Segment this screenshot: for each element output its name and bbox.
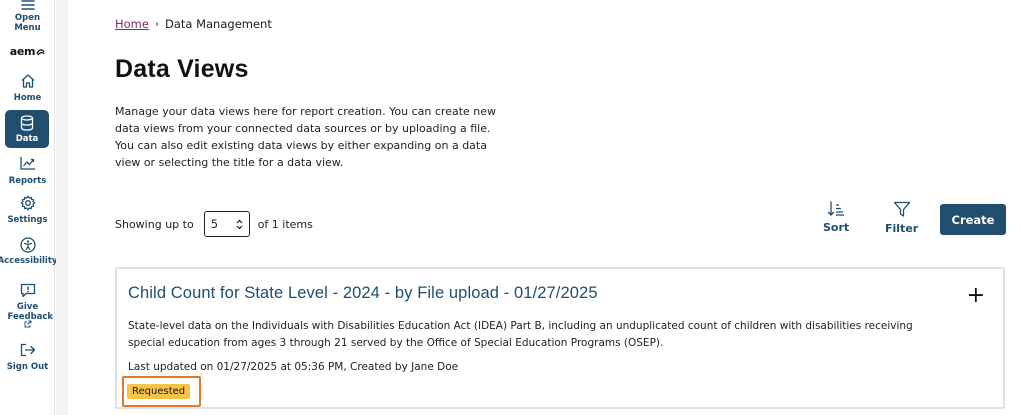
page-size-select[interactable]: 5 xyxy=(203,211,250,237)
showing-suffix: of 1 items xyxy=(257,217,313,231)
home-icon xyxy=(21,74,34,88)
sidebar-item-label: Reports xyxy=(8,176,47,186)
sidebar-gutter xyxy=(56,0,68,415)
sign-out-icon xyxy=(20,343,35,357)
sidebar-item-label: Give Feedback xyxy=(7,302,54,322)
sidebar-item-settings[interactable]: Settings xyxy=(0,195,55,225)
sidebar-item-reports[interactable]: Reports xyxy=(0,156,55,186)
create-button[interactable]: Create xyxy=(940,204,1006,235)
data-view-card: Child Count for State Level - 2024 - by … xyxy=(115,267,1005,409)
feedback-icon xyxy=(20,283,35,298)
main-content: Home › Data Management Data Views Manage… xyxy=(68,0,1021,415)
sidebar-item-give-feedback[interactable]: Give Feedback xyxy=(0,283,55,328)
filter-icon xyxy=(893,201,910,217)
open-menu-button[interactable]: Open Menu xyxy=(0,0,55,33)
page-size-value: 5 xyxy=(210,217,219,231)
sidebar-item-label: Accessibility xyxy=(0,256,58,266)
sidebar-item-data[interactable]: Data xyxy=(5,110,49,148)
hamburger-icon xyxy=(20,0,35,10)
sidebar-item-home[interactable]: Home xyxy=(0,73,55,103)
breadcrumb: Home › Data Management xyxy=(115,17,272,31)
status-badge: Requested xyxy=(127,384,191,399)
pagination-control: Showing up to 5 of 1 items xyxy=(115,211,313,237)
sidebar-item-sign-out[interactable]: Sign Out xyxy=(0,343,55,372)
chart-icon xyxy=(19,157,35,170)
filter-button[interactable]: Filter xyxy=(885,201,918,235)
sort-button[interactable]: Sort xyxy=(823,201,849,234)
data-view-title-link[interactable]: Child Count for State Level - 2024 - by … xyxy=(128,284,598,303)
breadcrumb-home-link[interactable]: Home xyxy=(115,17,149,31)
page-title: Data Views xyxy=(115,55,249,83)
status-highlight: Requested xyxy=(122,376,201,407)
sidebar-item-label: Home xyxy=(13,93,42,103)
sidebar-item-label: Data xyxy=(15,134,39,144)
breadcrumb-current: Data Management xyxy=(164,17,272,31)
sidebar-item-label: Sign Out xyxy=(6,362,49,372)
accessibility-icon xyxy=(19,237,36,253)
open-menu-label: Open Menu xyxy=(14,13,41,33)
sort-label: Sort xyxy=(823,221,850,234)
database-icon xyxy=(20,115,34,131)
page-description: Manage your data views here for report c… xyxy=(115,105,497,169)
expand-plus-icon[interactable]: + xyxy=(967,285,985,307)
showing-prefix: Showing up to xyxy=(115,217,194,231)
chevron-up-down-icon xyxy=(236,219,243,230)
sidebar-item-label: Settings xyxy=(7,215,48,225)
gear-icon xyxy=(20,195,35,211)
sidebar: Open Menu aem Home Data Reports Settings… xyxy=(0,0,58,415)
breadcrumb-separator-icon: › xyxy=(154,18,159,30)
external-link-icon xyxy=(24,320,31,328)
filter-label: Filter xyxy=(885,222,919,235)
data-view-description: State-level data on the Individuals with… xyxy=(128,320,913,349)
sort-icon xyxy=(827,201,845,216)
data-view-last-updated: Last updated on 01/27/2025 at 05:36 PM, … xyxy=(128,361,459,373)
sidebar-item-accessibility[interactable]: Accessibility xyxy=(0,237,58,266)
aem-logo: aem xyxy=(0,45,55,58)
